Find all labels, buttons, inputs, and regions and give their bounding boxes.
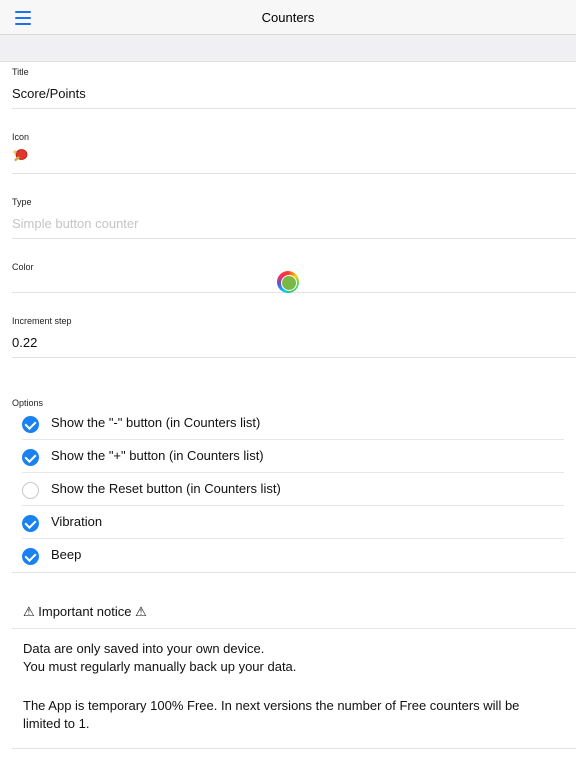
color-picker-swatch[interactable] [277,271,299,293]
page-title: Counters [261,10,315,25]
increment-step-field[interactable]: Increment step 0.22 [12,311,576,358]
navigation-bar: Counters [0,0,576,35]
increment-step-label: Increment step [12,316,72,326]
type-label: Type [12,197,32,207]
option-label: Beep [51,547,82,562]
notice-text-line: You must regularly manually back up your… [23,659,297,674]
type-field[interactable]: Type Simple button counter [12,192,576,239]
checkbox-checked-icon[interactable] [22,515,39,532]
increment-step-input[interactable]: 0.22 [12,335,37,350]
ping-pong-paddle-icon[interactable] [12,148,28,169]
notice-divider [12,628,576,629]
checkbox-checked-icon[interactable] [22,416,39,433]
icon-field[interactable]: Icon [12,127,576,174]
options-list: Show the "-" button (in Counters list) S… [12,407,576,573]
option-label: Show the "+" button (in Counters list) [51,448,264,463]
color-field[interactable]: Color [12,257,576,293]
option-beep[interactable]: Beep [22,539,564,572]
section-spacer [0,35,576,62]
notice-bottom-divider [12,748,576,749]
type-input[interactable]: Simple button counter [12,216,138,231]
color-label: Color [12,262,34,272]
checkbox-checked-icon[interactable] [22,548,39,565]
option-vibration[interactable]: Vibration [22,506,564,539]
checkbox-unchecked-icon[interactable] [22,482,39,499]
checkbox-checked-icon[interactable] [22,449,39,466]
option-show-reset-button[interactable]: Show the Reset button (in Counters list) [22,473,564,506]
title-input[interactable]: Score/Points [12,86,86,101]
option-label: Show the "-" button (in Counters list) [51,415,261,430]
notice-title: ⚠ Important notice ⚠ [23,604,147,619]
option-show-minus-button[interactable]: Show the "-" button (in Counters list) [22,407,564,440]
notice-text-paragraph: The App is temporary 100% Free. In next … [23,698,520,731]
title-field[interactable]: Title Score/Points [12,62,576,109]
option-show-plus-button[interactable]: Show the "+" button (in Counters list) [22,440,564,473]
option-label: Show the Reset button (in Counters list) [51,481,281,496]
option-label: Vibration [51,514,103,529]
icon-label: Icon [12,132,30,142]
title-label: Title [12,67,29,77]
notice-text-line: Data are only saved into your own device… [23,641,265,656]
